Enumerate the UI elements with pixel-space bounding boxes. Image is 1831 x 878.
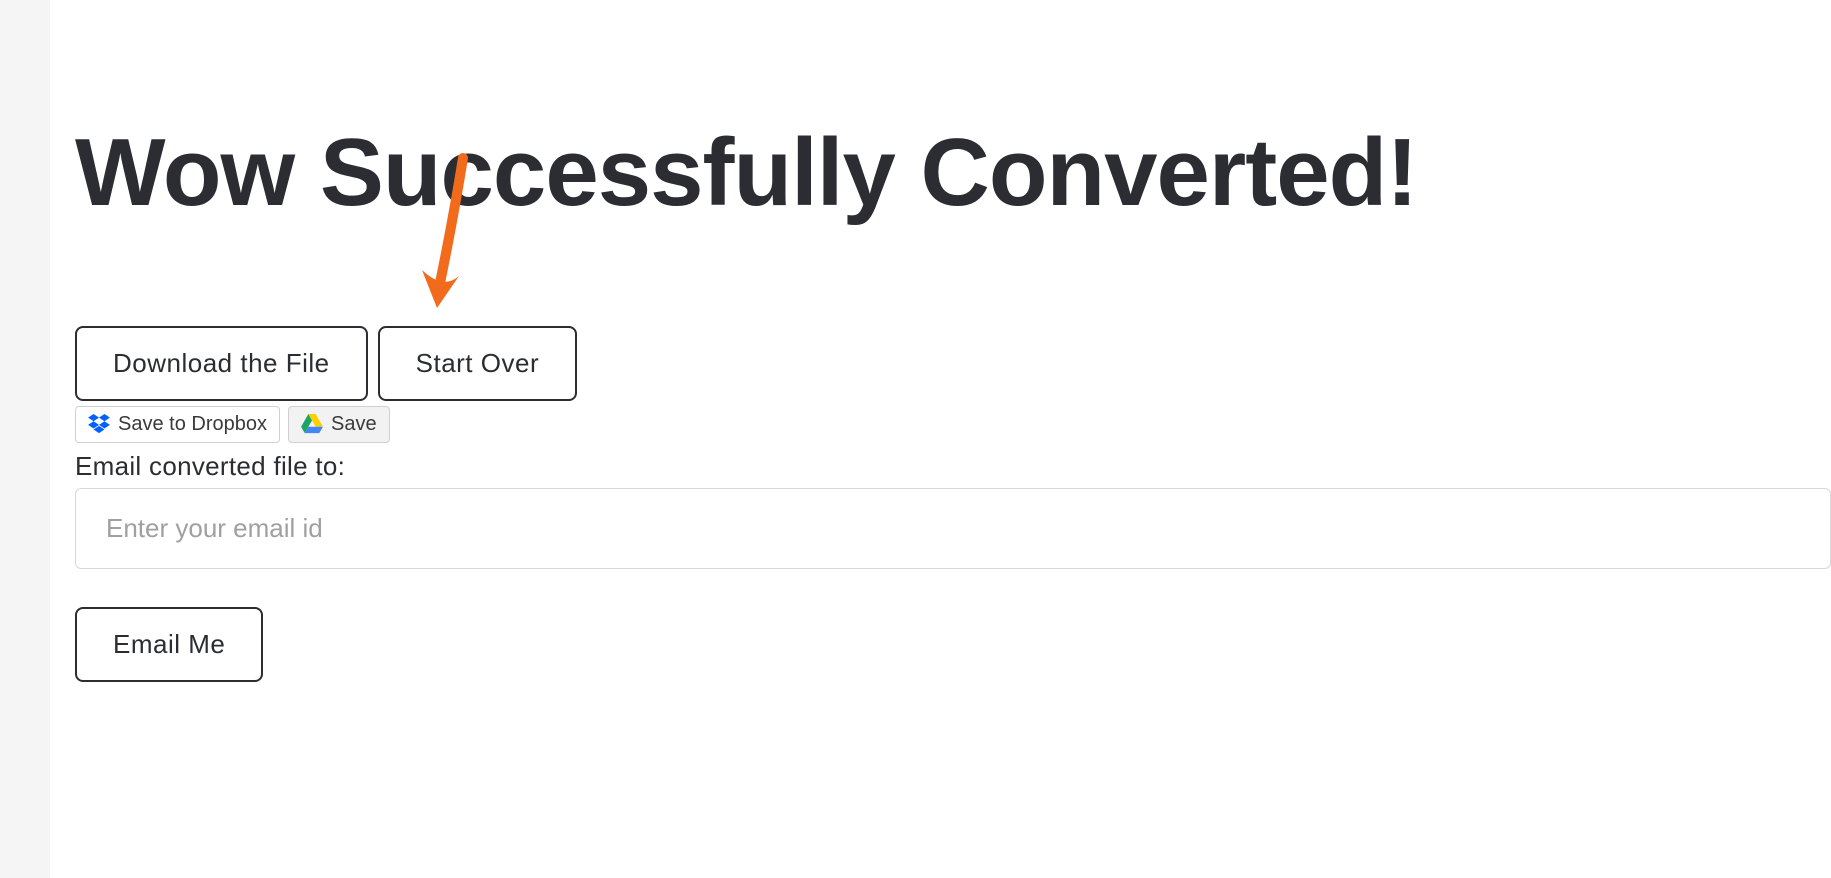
save-to-gdrive-button[interactable]: Save — [288, 406, 390, 443]
success-heading: Wow Successfully Converted! — [75, 120, 1831, 226]
left-margin-bar — [0, 0, 50, 878]
download-file-button[interactable]: Download the File — [75, 326, 368, 401]
email-label: Email converted file to: — [75, 451, 1831, 482]
primary-button-row: Download the File Start Over — [75, 326, 1831, 401]
google-drive-icon — [301, 414, 323, 434]
gdrive-button-label: Save — [331, 413, 377, 436]
email-input[interactable] — [75, 488, 1831, 569]
content-area: Wow Successfully Converted! Download the… — [75, 0, 1831, 682]
cloud-save-row: Save to Dropbox Save — [75, 406, 1831, 443]
save-to-dropbox-button[interactable]: Save to Dropbox — [75, 406, 280, 443]
dropbox-button-label: Save to Dropbox — [118, 413, 267, 436]
dropbox-icon — [88, 414, 110, 434]
start-over-button[interactable]: Start Over — [378, 326, 577, 401]
email-me-button[interactable]: Email Me — [75, 607, 263, 682]
